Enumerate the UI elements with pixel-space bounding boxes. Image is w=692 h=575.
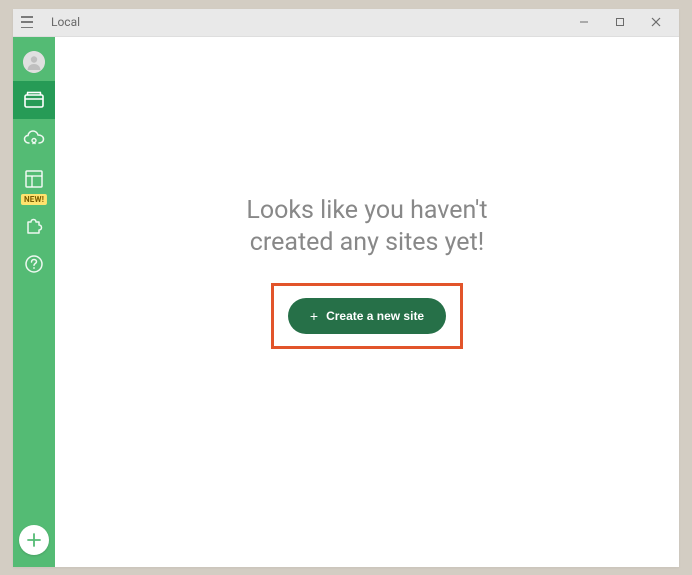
puzzle-icon	[24, 216, 44, 236]
titlebar-left: Local	[19, 15, 80, 29]
plus-icon	[26, 532, 42, 548]
minimize-button[interactable]	[567, 10, 601, 34]
sidebar-item-sites[interactable]	[13, 81, 55, 119]
add-site-fab[interactable]	[19, 525, 49, 555]
menu-icon[interactable]	[19, 16, 35, 28]
blueprints-icon	[24, 169, 44, 189]
sidebar-item-cloud[interactable]	[13, 119, 55, 157]
sidebar-item-help[interactable]	[13, 245, 55, 283]
avatar-icon	[23, 51, 45, 73]
sidebar-item-addons[interactable]	[13, 207, 55, 245]
main-content: Looks like you haven't created any sites…	[55, 37, 679, 567]
sidebar-item-account[interactable]	[13, 43, 55, 81]
cloud-icon	[23, 129, 45, 147]
window-title: Local	[51, 15, 80, 29]
sites-icon	[24, 91, 44, 109]
app-window: Local	[13, 9, 679, 567]
empty-line-2: created any sites yet!	[246, 227, 487, 259]
plus-icon: +	[310, 309, 318, 323]
window-controls	[567, 10, 673, 34]
new-badge: NEW!	[21, 194, 47, 205]
empty-state-message: Looks like you haven't created any sites…	[246, 195, 487, 259]
maximize-button[interactable]	[603, 10, 637, 34]
titlebar: Local	[13, 9, 679, 37]
help-icon	[24, 254, 44, 274]
cta-highlight-box: + Create a new site	[271, 283, 463, 349]
cta-label: Create a new site	[326, 309, 424, 323]
sidebar-item-blueprints[interactable]: NEW!	[13, 157, 55, 201]
sidebar: NEW!	[13, 37, 55, 567]
close-button[interactable]	[639, 10, 673, 34]
create-new-site-button[interactable]: + Create a new site	[288, 298, 446, 334]
empty-line-1: Looks like you haven't	[246, 195, 487, 227]
body-area: NEW! Looks like you haven't	[13, 37, 679, 567]
